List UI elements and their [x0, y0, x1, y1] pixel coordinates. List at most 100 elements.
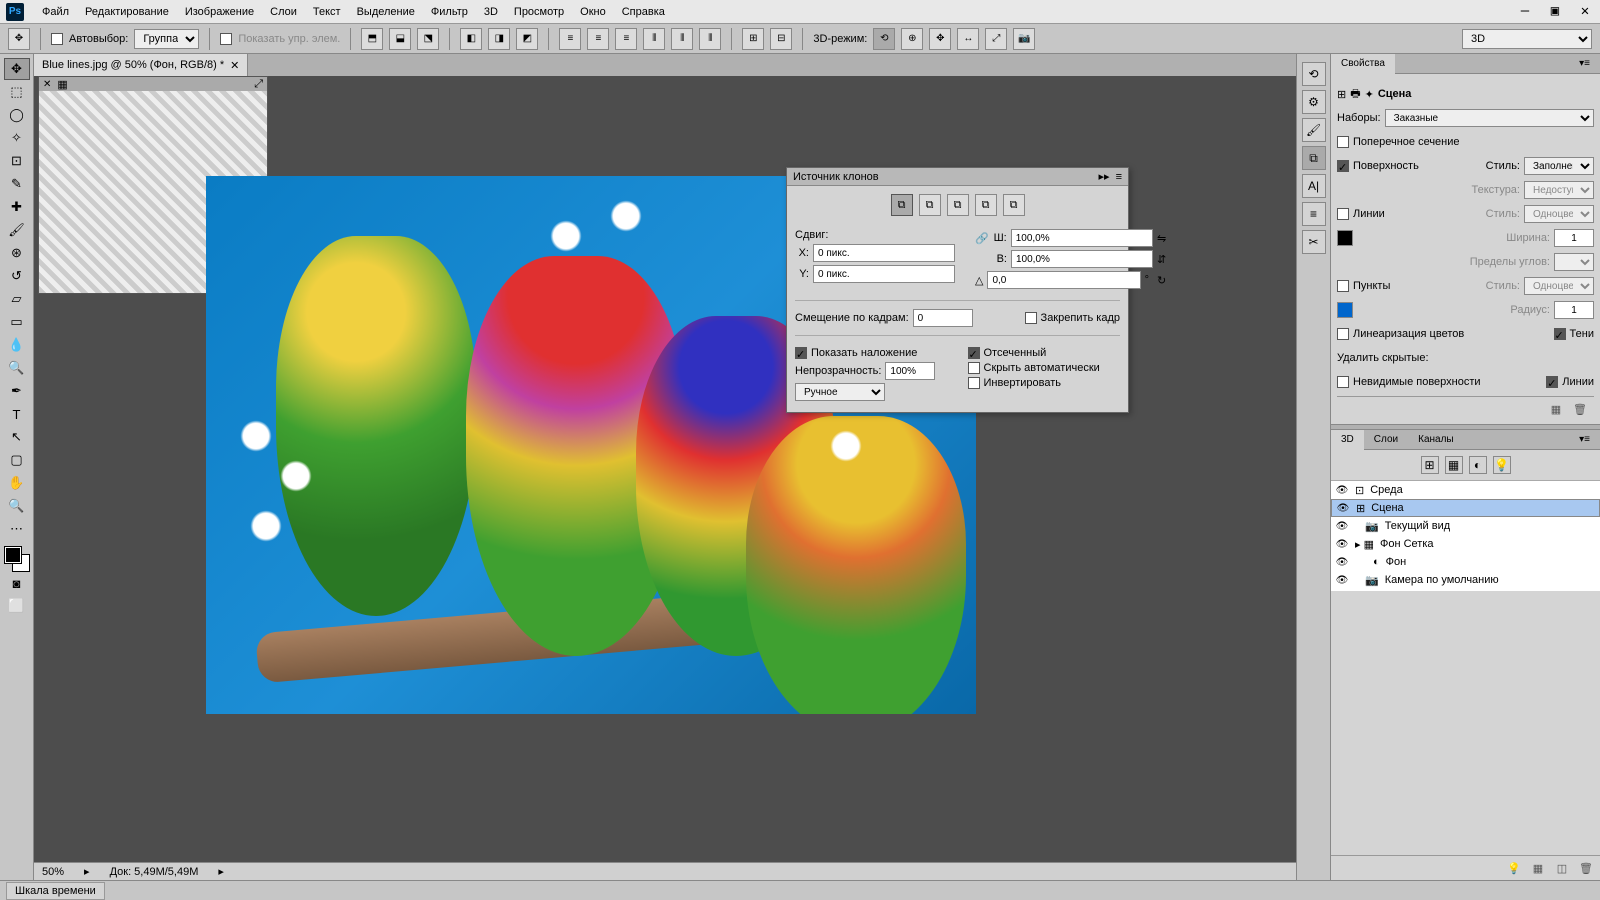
actions-panel-icon[interactable]: A| [1302, 174, 1326, 198]
linearize-checkbox[interactable] [1337, 328, 1349, 340]
autoselect-type-select[interactable]: Группа [134, 29, 199, 49]
filter-mesh-icon[interactable]: ▦ [1445, 456, 1463, 474]
wand-tool[interactable]: ✧ [4, 127, 30, 149]
scale-w-input[interactable] [1011, 229, 1153, 247]
menu-filter[interactable]: Фильтр [423, 6, 476, 18]
clone-source-panel[interactable]: Источник клонов ▸▸ ≡ ⧉ ⧉ ⧉ ⧉ ⧉ Сдвиг: X:… [786, 167, 1129, 413]
visibility-icon[interactable]: 👁 [1335, 485, 1349, 496]
clone-panel-icon[interactable]: ⧉ [1302, 146, 1326, 170]
reset-icon[interactable]: ↻ [1157, 274, 1166, 287]
auto-blend-icon[interactable]: ⊟ [770, 28, 792, 50]
shadows-checkbox[interactable]: ✓ [1554, 328, 1566, 340]
clone-source-3-icon[interactable]: ⧉ [947, 194, 969, 216]
render-icon[interactable]: ▦ [1548, 401, 1564, 417]
menu-layers[interactable]: Слои [262, 6, 305, 18]
angle-input[interactable] [987, 271, 1140, 289]
frame-offset-input[interactable] [913, 309, 973, 327]
history-brush-tool[interactable]: ↺ [4, 265, 30, 287]
3d-items-list[interactable]: 👁⊡Среда 👁⊞Сцена 👁📷Текущий вид 👁▸ ▦Фон Се… [1331, 481, 1600, 591]
eraser-tool[interactable]: ▱ [4, 288, 30, 310]
3d-pan-icon[interactable]: ✥ [929, 28, 951, 50]
3d-orbit-icon[interactable]: ⟲ [873, 28, 895, 50]
filter-scene-icon[interactable]: ⊞ [1421, 456, 1439, 474]
surface-checkbox[interactable]: ✓ [1337, 160, 1349, 172]
quickmask-icon[interactable]: ◙ [4, 572, 30, 594]
overlay-mode-select[interactable]: Ручное [795, 383, 885, 401]
tab-layers[interactable]: Слои [1364, 430, 1408, 450]
minimize-icon[interactable]: — [1514, 2, 1536, 20]
clone-source-4-icon[interactable]: ⧉ [975, 194, 997, 216]
show-overlay-checkbox[interactable]: ✓ [795, 347, 807, 359]
history-panel-icon[interactable]: ⟲ [1302, 62, 1326, 86]
collapse-panel-icon[interactable]: ▸▸ [1099, 170, 1110, 183]
tab-3d[interactable]: 3D [1331, 430, 1364, 450]
menu-file[interactable]: Файл [34, 6, 77, 18]
3d-scale-icon[interactable]: ⤢ [985, 28, 1007, 50]
hand-tool[interactable]: ✋ [4, 472, 30, 494]
visibility-icon[interactable]: 👁 [1336, 503, 1350, 514]
dist-hcenter-icon[interactable]: ⦀ [671, 28, 693, 50]
visibility-icon[interactable]: 👁 [1335, 557, 1349, 568]
menu-window[interactable]: Окно [572, 6, 614, 18]
3d-slide-icon[interactable]: ↔ [957, 28, 979, 50]
navigator-expand-icon[interactable]: ⤢ [254, 78, 263, 91]
render-3d-icon[interactable]: ▦ [1530, 860, 1546, 876]
align-bottom-icon[interactable]: ⬔ [417, 28, 439, 50]
3d-roll-icon[interactable]: ⊕ [901, 28, 923, 50]
align-vcenter-icon[interactable]: ⬓ [389, 28, 411, 50]
screenmode-icon[interactable]: ⬜ [4, 595, 30, 617]
navigator-close-icon[interactable]: ✕ [43, 79, 51, 90]
stamp-tool[interactable]: ⊛ [4, 242, 30, 264]
dist-right-icon[interactable]: ⦀ [699, 28, 721, 50]
blur-tool[interactable]: 💧 [4, 334, 30, 356]
path-sel-tool[interactable]: ↖ [4, 426, 30, 448]
move-tool[interactable]: ✥ [4, 58, 30, 80]
char-panel-icon[interactable]: ⚙ [1302, 90, 1326, 114]
showcontrols-checkbox[interactable] [220, 33, 232, 45]
grid-toggle-icon[interactable]: ▦ [57, 78, 67, 91]
doc-info-arrow-icon[interactable]: ▸ [218, 865, 224, 878]
menu-view[interactable]: Просмотр [506, 6, 572, 18]
offset-x-input[interactable] [813, 244, 955, 262]
align-left-icon[interactable]: ◧ [460, 28, 482, 50]
surface-style-select[interactable]: Заполнен… [1524, 157, 1594, 175]
opacity-input[interactable] [885, 362, 935, 380]
flip-v-icon[interactable]: ⇵ [1157, 253, 1166, 266]
3d-camera-icon[interactable]: 📷 [1013, 28, 1035, 50]
maximize-icon[interactable]: ▣ [1544, 2, 1566, 20]
menu-text[interactable]: Текст [305, 6, 349, 18]
autohide-checkbox[interactable] [968, 362, 980, 374]
invert-checkbox[interactable] [968, 377, 980, 389]
lock-frame-checkbox[interactable] [1025, 312, 1037, 324]
radius-input[interactable] [1554, 301, 1594, 319]
menu-help[interactable]: Справка [614, 6, 673, 18]
dist-top-icon[interactable]: ≡ [559, 28, 581, 50]
move-tool-icon[interactable]: ✥ [8, 28, 30, 50]
width-input[interactable] [1554, 229, 1594, 247]
dist-left-icon[interactable]: ⦀ [643, 28, 665, 50]
expand-zoom-icon[interactable]: ▸ [84, 865, 90, 878]
properties-tab[interactable]: Свойства [1331, 54, 1395, 74]
invis-surf-checkbox[interactable] [1337, 376, 1349, 388]
panel-menu-icon-2[interactable]: ▾≡ [1569, 430, 1600, 450]
filter-light-icon[interactable]: 💡 [1493, 456, 1511, 474]
align-top-icon[interactable]: ⬒ [361, 28, 383, 50]
trash-icon[interactable]: 🗑 [1572, 401, 1588, 417]
visibility-icon[interactable]: 👁 [1335, 521, 1349, 532]
autoselect-checkbox[interactable] [51, 33, 63, 45]
clone-source-1-icon[interactable]: ⧉ [891, 194, 913, 216]
visibility-icon[interactable]: 👁 [1335, 539, 1349, 550]
more-tools-icon[interactable]: ⋯ [4, 518, 30, 540]
close-tab-icon[interactable]: ✕ [230, 59, 239, 72]
foreground-color[interactable] [5, 547, 21, 563]
auto-align-icon[interactable]: ⊞ [742, 28, 764, 50]
clone-source-5-icon[interactable]: ⧉ [1003, 194, 1025, 216]
pen-tool[interactable]: ✒ [4, 380, 30, 402]
dist-vcenter-icon[interactable]: ≡ [587, 28, 609, 50]
new-item-icon[interactable]: ◫ [1554, 860, 1570, 876]
brush-panel-icon[interactable]: 🖌 [1302, 118, 1326, 142]
align-right-icon[interactable]: ◩ [516, 28, 538, 50]
marquee-tool[interactable]: ⬚ [4, 81, 30, 103]
delete-3d-icon[interactable]: 🗑 [1578, 860, 1594, 876]
heal-tool[interactable]: ✚ [4, 196, 30, 218]
